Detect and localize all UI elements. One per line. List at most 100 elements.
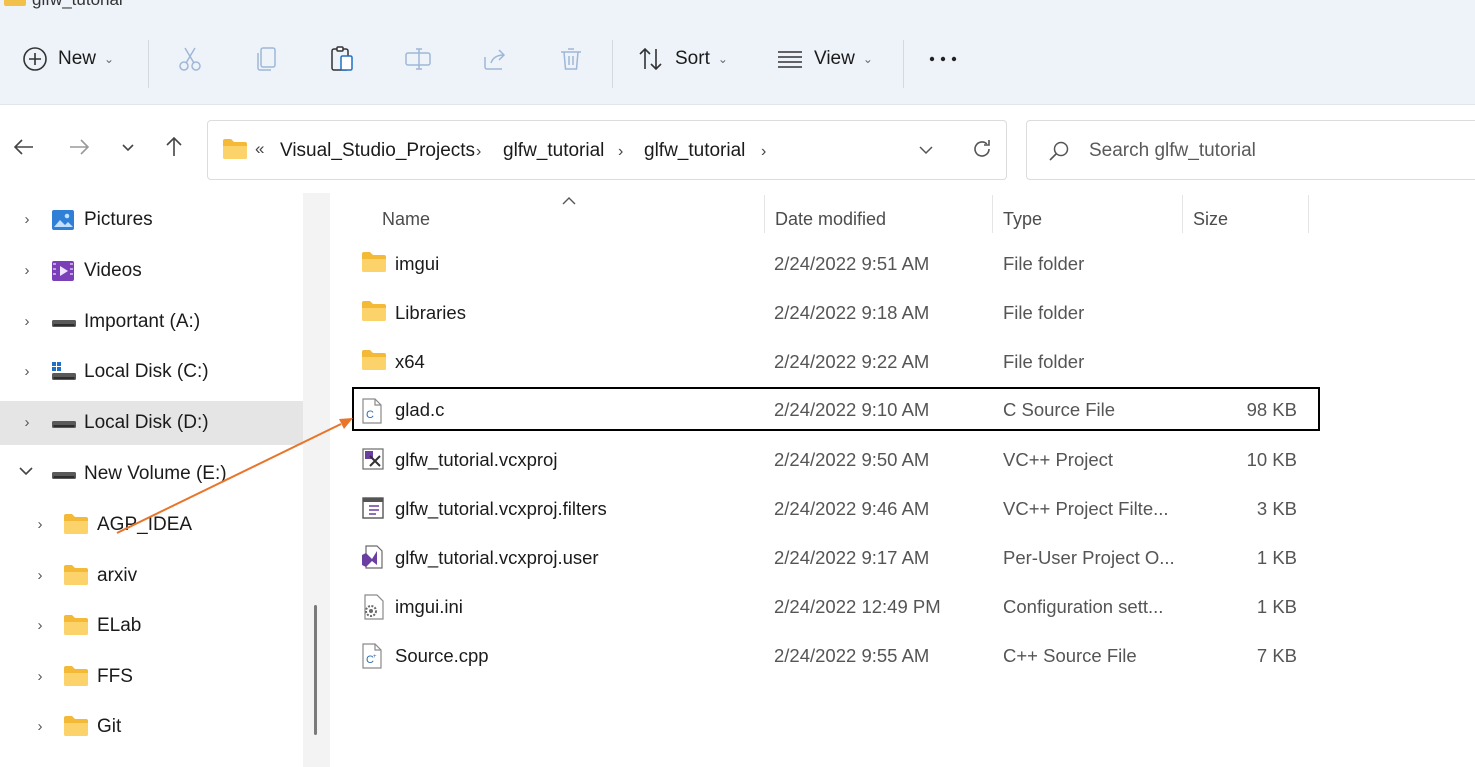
new-button[interactable]: New ⌄ (22, 38, 114, 80)
file-row-vcxproj-filters[interactable]: glfw_tutorial.vcxproj.filters 2/24/2022 … (352, 486, 1320, 530)
file-name: imgui.ini (395, 596, 463, 617)
chevron-right-icon[interactable]: › (33, 567, 47, 584)
paste-button[interactable] (328, 38, 356, 80)
file-row-glad-c[interactable]: C glad.c 2/24/2022 9:10 AM C Source File… (352, 387, 1320, 431)
user-project-file-icon (361, 545, 385, 574)
folder-icon (63, 715, 89, 743)
nav-item-pictures[interactable]: › Pictures (0, 198, 303, 242)
column-divider[interactable] (1308, 195, 1309, 233)
chevron-right-icon[interactable]: › (20, 363, 34, 380)
nav-item-local-disk-d[interactable]: › Local Disk (D:) (0, 401, 303, 445)
breadcrumb-glfw-tutorial[interactable]: glfw_tutorial (644, 140, 745, 162)
file-type: File folder (1003, 253, 1085, 274)
window-folder-icon (4, 0, 26, 6)
column-divider[interactable] (764, 195, 765, 233)
share-button[interactable] (481, 38, 509, 80)
column-header-type[interactable]: Type (1003, 201, 1042, 237)
delete-button[interactable] (557, 38, 585, 80)
file-date: 2/24/2022 9:46 AM (774, 498, 930, 519)
column-header-size[interactable]: Size (1193, 201, 1228, 237)
more-options-button[interactable] (928, 38, 958, 80)
refresh-icon[interactable] (970, 137, 994, 166)
file-date: 2/24/2022 9:17 AM (774, 547, 930, 568)
file-name: glfw_tutorial.vcxproj (395, 449, 558, 470)
nav-item-label: Important (A:) (84, 311, 201, 332)
nav-item-elab[interactable]: › ELab (0, 604, 303, 648)
chevron-right-icon[interactable]: › (20, 313, 34, 330)
arrow-left-icon (12, 135, 36, 164)
sort-icon (637, 45, 665, 73)
breadcrumb-separator[interactable]: › (476, 143, 481, 161)
column-header-name[interactable]: Name (382, 201, 430, 237)
nav-item-agp-idea[interactable]: › AGP_IDEA (0, 503, 303, 547)
sort-button[interactable]: Sort ⌄ (637, 38, 728, 80)
chevron-down-icon[interactable] (18, 464, 33, 482)
file-row-libraries[interactable]: Libraries 2/24/2022 9:18 AM File folder (352, 290, 1320, 334)
breadcrumb-visual-studio-projects[interactable]: Visual_Studio_Projects (280, 140, 475, 162)
cpp-source-file-icon: C + (361, 643, 383, 674)
nav-item-videos[interactable]: › Videos (0, 249, 303, 293)
breadcrumb-separator[interactable]: › (761, 143, 766, 161)
file-type: VC++ Project (1003, 449, 1114, 470)
view-button[interactable]: View ⌄ (776, 38, 873, 80)
cut-button[interactable] (176, 38, 204, 80)
file-row-source-cpp[interactable]: C + Source.cpp 2/24/2022 9:55 AM C++ Sour… (352, 633, 1320, 677)
address-bar[interactable]: « Visual_Studio_Projects › glfw_tutorial… (207, 120, 1007, 180)
arrow-right-icon (67, 135, 91, 164)
file-list: Name Date modified Type Size imgui 2/24/… (330, 193, 1475, 767)
nav-item-label: Videos (84, 260, 142, 281)
drive-icon (51, 310, 77, 340)
file-row-imgui[interactable]: imgui 2/24/2022 9:51 AM File folder (352, 241, 1320, 285)
address-row: « Visual_Studio_Projects › glfw_tutorial… (0, 105, 1475, 193)
nav-item-ffs[interactable]: › FFS (0, 655, 303, 699)
up-button[interactable] (159, 133, 189, 165)
rename-button[interactable] (404, 38, 432, 80)
column-header-date-modified[interactable]: Date modified (775, 201, 886, 237)
chevron-down-icon (121, 140, 135, 159)
file-type: File folder (1003, 302, 1085, 323)
title-bar: glfw_tutorial (0, 0, 1475, 10)
chevron-right-icon[interactable]: › (33, 668, 47, 685)
chevron-right-icon[interactable]: › (20, 414, 34, 431)
nav-item-label: Pictures (84, 209, 153, 230)
overflow-crumbs-button[interactable]: « (255, 139, 264, 159)
nav-scrollbar-thumb[interactable] (314, 605, 317, 735)
chevron-right-icon[interactable]: › (20, 211, 34, 228)
nav-item-git[interactable]: › Git (0, 705, 303, 749)
cut-icon (176, 45, 204, 73)
forward-button[interactable] (64, 133, 94, 165)
file-name: glfw_tutorial.vcxproj.filters (395, 498, 607, 519)
file-row-imgui-ini[interactable]: imgui.ini 2/24/2022 12:49 PM Configurati… (352, 584, 1320, 628)
breadcrumb-separator[interactable]: › (618, 143, 623, 161)
column-divider[interactable] (1182, 195, 1183, 233)
breadcrumb-glfw-tutorial-parent[interactable]: glfw_tutorial (503, 140, 604, 162)
recent-locations-button[interactable] (113, 133, 143, 165)
copy-button[interactable] (253, 38, 281, 80)
back-button[interactable] (9, 133, 39, 165)
nav-item-label: Git (97, 716, 122, 737)
chevron-right-icon[interactable]: › (33, 617, 47, 634)
file-type: C++ Source File (1003, 645, 1137, 666)
file-date: 2/24/2022 9:10 AM (774, 399, 930, 420)
nav-item-new-volume-e[interactable]: New Volume (E:) (0, 452, 303, 496)
nav-item-important-a[interactable]: › Important (A:) (0, 300, 303, 344)
nav-item-arxiv[interactable]: › arxiv (0, 554, 303, 598)
folder-icon (63, 564, 89, 592)
file-row-vcxproj-user[interactable]: glfw_tutorial.vcxproj.user 2/24/2022 9:1… (352, 535, 1320, 579)
arrow-up-icon (162, 135, 186, 164)
pictures-icon (51, 208, 75, 238)
chevron-right-icon[interactable]: › (20, 262, 34, 279)
nav-item-local-disk-c[interactable]: › Local Disk (C:) (0, 350, 303, 394)
file-row-x64[interactable]: x64 2/24/2022 9:22 AM File folder (352, 339, 1320, 383)
file-size: 98 KB (1246, 399, 1297, 420)
chevron-right-icon[interactable]: › (33, 516, 47, 533)
nav-item-label: Local Disk (C:) (84, 361, 209, 382)
rename-icon (404, 45, 432, 73)
address-history-dropdown[interactable] (918, 143, 934, 159)
search-input[interactable] (1089, 137, 1449, 165)
delete-icon (557, 45, 585, 73)
share-icon (481, 45, 509, 73)
chevron-right-icon[interactable]: › (33, 718, 47, 735)
file-row-vcxproj[interactable]: glfw_tutorial.vcxproj 2/24/2022 9:50 AM … (352, 437, 1320, 481)
column-divider[interactable] (992, 195, 993, 233)
